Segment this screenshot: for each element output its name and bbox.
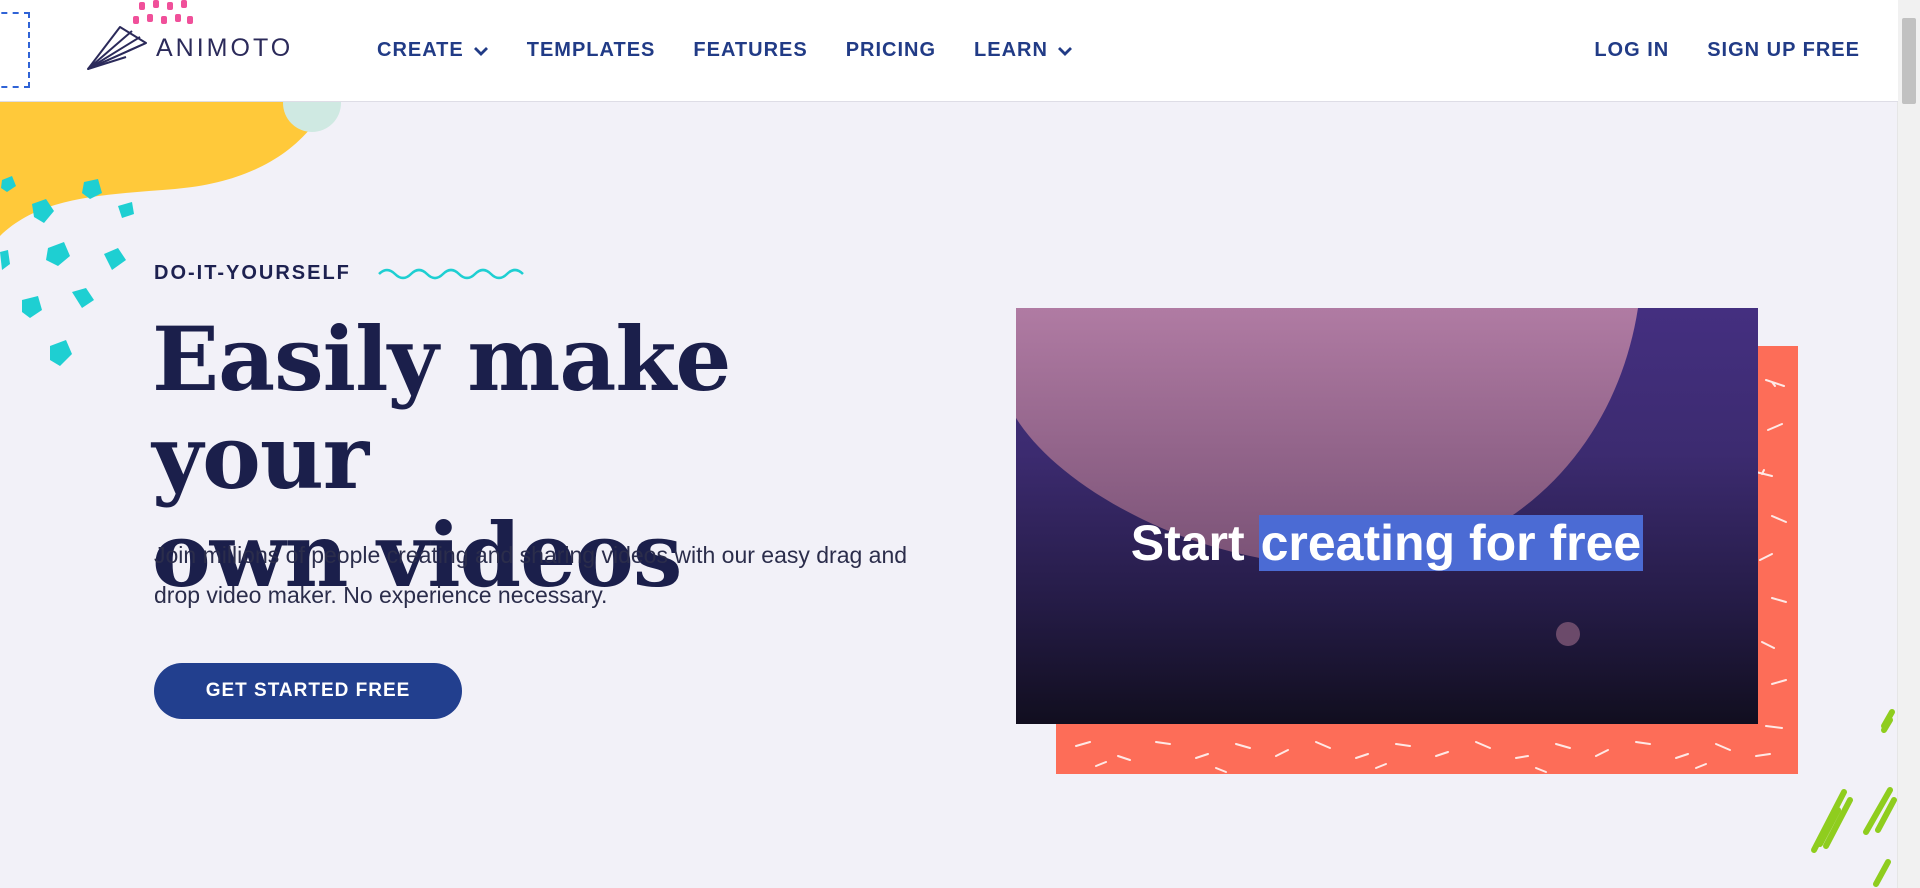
page: DO-IT-YOURSELF Easily make your own vide…: [0, 0, 1898, 888]
eyebrow-row: DO-IT-YOURSELF: [154, 262, 529, 285]
nav-item-templates[interactable]: TEMPLATES: [527, 39, 656, 62]
video-thumbnail[interactable]: Start creating for free: [1016, 308, 1758, 724]
video-caption-plain: Start: [1130, 515, 1245, 571]
video-caption: Start creating for free: [1016, 514, 1758, 572]
get-started-button[interactable]: GET STARTED FREE: [154, 663, 462, 719]
video-caption-highlight: creating for free: [1258, 515, 1644, 571]
teal-strokes-decoration: [0, 176, 134, 366]
nav-item-learn[interactable]: LEARN: [974, 39, 1073, 62]
wave-decoration: [378, 268, 524, 279]
nav-features-label: FEATURES: [693, 39, 808, 61]
pink-dots-decoration: [133, 0, 193, 24]
nav-templates-label: TEMPLATES: [526, 39, 656, 61]
nav-learn-label: LEARN: [974, 39, 1048, 61]
nav-item-create[interactable]: CREATE: [377, 39, 489, 62]
headline-line-1: Easily make your: [152, 307, 731, 509]
account-nav: LOG IN SIGN UP FREE: [1556, 0, 1860, 101]
focus-outline-box[interactable]: [0, 12, 30, 88]
main-nav: CREATE TEMPLATES FEATURES PRICING LEARN: [377, 0, 1111, 101]
video-preview: Start creating for free: [1016, 308, 1798, 774]
scrollbar-thumb[interactable]: [1902, 18, 1916, 104]
page-scrollbar[interactable]: [1897, 0, 1920, 888]
login-link[interactable]: LOG IN: [1594, 39, 1669, 62]
nav-pricing-label: PRICING: [845, 39, 937, 61]
hero-description: Join millions of people creating and sha…: [154, 542, 908, 608]
nav-item-features[interactable]: FEATURES: [693, 39, 807, 62]
chevron-down-icon: [1057, 46, 1072, 56]
nav-item-pricing[interactable]: PRICING: [846, 39, 936, 62]
video-dot: [1556, 622, 1580, 646]
chevron-down-icon: [473, 46, 488, 56]
eyebrow-label: DO-IT-YOURSELF: [154, 262, 351, 284]
site-header: ANIMOTO CREATE TEMPLATES FEATURES PRICIN…: [0, 0, 1898, 102]
green-strokes-decoration: [1811, 709, 1897, 887]
logo-wordmark: ANIMOTO: [156, 33, 294, 62]
nav-create-label: CREATE: [377, 39, 464, 61]
signup-link[interactable]: SIGN UP FREE: [1707, 39, 1860, 62]
